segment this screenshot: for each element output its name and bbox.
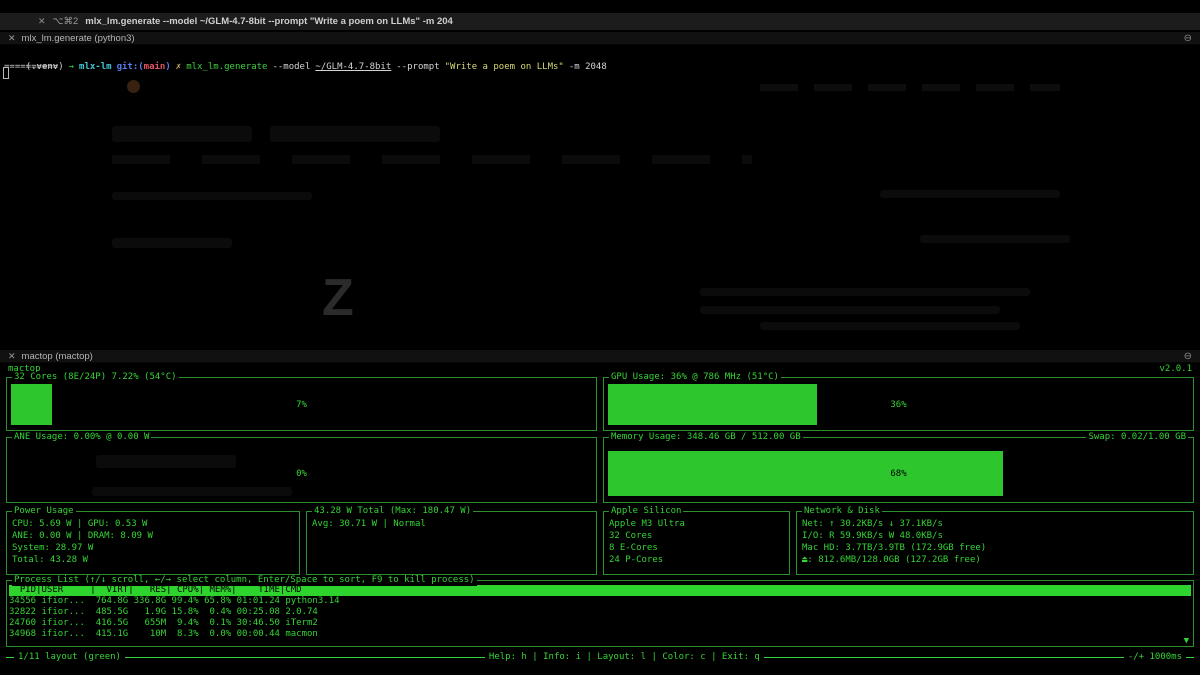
cpu-percent-label: 7% bbox=[296, 399, 307, 410]
pane-close-icon[interactable]: ✕ bbox=[8, 351, 16, 362]
gpu-box-title: GPU Usage: 36% @ 786 MHz (51°C) bbox=[609, 372, 781, 383]
window-shortcut-label: ⌥⌘2 bbox=[52, 16, 79, 27]
window-close-icon[interactable]: ✕ bbox=[38, 16, 46, 27]
network-line: ⏏: 812.6MB/128.0GB (127.2GB free) bbox=[802, 555, 981, 565]
power-line: CPU: 5.69 W | GPU: 0.53 W bbox=[12, 519, 148, 529]
scroll-down-indicator[interactable]: ▼ bbox=[1184, 636, 1189, 646]
process-row[interactable]: 24760 ifior... 416.5G 655M 9.4% 0.1% 30:… bbox=[9, 618, 1191, 629]
command-output-line: ========== bbox=[4, 62, 59, 72]
memory-gauge: 68% bbox=[608, 451, 1189, 496]
ane-usage-box: ANE Usage: 0.00% @ 0.00 W 0% bbox=[6, 432, 597, 503]
pane-close-icon[interactable]: ✕ bbox=[8, 33, 16, 44]
network-line: Net: ↑ 30.2KB/s ↓ 37.1KB/s bbox=[802, 519, 943, 529]
process-list-header[interactable]: PID|USER | VIRT| RES| CPU%| MEM%| TIME|C… bbox=[9, 585, 1191, 596]
mactop-version: v2.0.1 bbox=[1159, 364, 1192, 374]
bottom-pane-title: mactop (mactop) bbox=[21, 350, 93, 362]
network-line: I/O: R 59.9KB/s W 48.0KB/s bbox=[802, 531, 943, 541]
gpu-gauge: 36% bbox=[608, 384, 1189, 425]
screen: { "colors": { "terminal_green": "#35d435… bbox=[0, 0, 1200, 675]
prompt-string: "Write a poem on LLMs" bbox=[444, 62, 564, 72]
ane-gauge: 0% bbox=[11, 451, 592, 496]
pane-menu-icon[interactable]: ⊖ bbox=[1184, 351, 1192, 362]
top-pane-title: mlx_lm.generate (python3) bbox=[21, 32, 135, 44]
silicon-line: 24 P-Cores bbox=[609, 555, 664, 565]
network-disk-box: Network & Disk Net: ↑ 30.2KB/s ↓ 37.1KB/… bbox=[796, 506, 1194, 575]
total-power-box-title: 43.28 W Total (Max: 180.47 W) bbox=[312, 506, 474, 517]
prompt-directory: mlx-lm bbox=[79, 62, 112, 72]
cpu-gauge: 7% bbox=[11, 384, 592, 425]
total-power-box: 43.28 W Total (Max: 180.47 W) Avg: 30.71… bbox=[306, 506, 597, 575]
mactop-header-row: mactop v2.0.1 bbox=[8, 364, 1192, 375]
gpu-usage-box: GPU Usage: 36% @ 786 MHz (51°C) 36% bbox=[603, 372, 1194, 431]
process-row[interactable]: 34556 ifior... 764.8G 336.8G 99.4% 65.8%… bbox=[9, 596, 1191, 607]
cpu-box-title: 32 Cores (8E/24P) 7.22% (54°C) bbox=[12, 372, 179, 383]
model-path: ~/GLM-4.7-8bit bbox=[315, 62, 392, 72]
mactop-app: mactop v2.0.1 32 Cores (8E/24P) 7.22% (5… bbox=[4, 364, 1196, 664]
silicon-line: Apple M3 Ultra bbox=[609, 519, 685, 529]
ane-percent-label: 0% bbox=[296, 468, 307, 479]
terminal-pane[interactable]: (.venv) → mlx-lm git:(main) ✗ mlx_lm.generate… bbox=[0, 46, 1200, 350]
memory-box-title: Memory Usage: 348.46 GB / 512.00 GB bbox=[609, 432, 803, 443]
process-list-box: Process List (↑/↓ scroll, ←/→ select col… bbox=[6, 575, 1194, 647]
flag-model: --model bbox=[272, 62, 311, 72]
process-row[interactable]: 32822 ifior... 485.5G 1.9G 15.8% 0.4% 00… bbox=[9, 607, 1191, 618]
window-title: mlx_lm.generate --model ~/GLM-4.7-8bit -… bbox=[85, 16, 453, 27]
pane-menu-icon[interactable]: ⊖ bbox=[1184, 33, 1192, 44]
flag-prompt: --prompt bbox=[396, 62, 440, 72]
power-line: System: 28.97 W bbox=[12, 543, 94, 553]
cursor-line bbox=[3, 67, 9, 83]
power-line: ANE: 0.00 W | DRAM: 8.09 W bbox=[12, 531, 153, 541]
memory-percent-label: 68% bbox=[890, 468, 907, 479]
total-power-line: Avg: 30.71 W | Normal bbox=[312, 519, 426, 529]
silicon-line: 8 E-Cores bbox=[609, 543, 658, 553]
apple-silicon-box-title: Apple Silicon bbox=[609, 506, 684, 517]
mactop-statusbar: 1/11 layout (green) Help: h | Info: i | … bbox=[6, 652, 1195, 663]
git-prefix: git:( bbox=[116, 62, 144, 72]
power-usage-box: Power Usage CPU: 5.69 W | GPU: 0.53 W AN… bbox=[6, 506, 300, 575]
terminal-cursor bbox=[3, 67, 9, 79]
flag-tokens: -m 2048 bbox=[568, 62, 607, 72]
silicon-line: 32 Cores bbox=[609, 531, 653, 541]
prompt-arrow: → bbox=[68, 62, 75, 72]
network-disk-box-title: Network & Disk bbox=[802, 506, 882, 517]
network-line: Mac HD: 3.7TB/3.9TB (172.9GB free) bbox=[802, 543, 987, 553]
process-row[interactable]: 34968 ifior... 415.1G 10M 8.3% 0.0% 00:0… bbox=[9, 629, 1191, 640]
help-hints: Help: h | Info: i | Layout: l | Color: c… bbox=[488, 652, 760, 662]
refresh-interval: -/+ 1000ms bbox=[1127, 652, 1183, 662]
power-box-title: Power Usage bbox=[12, 506, 76, 517]
process-list-title: Process List (↑/↓ scroll, ←/→ select col… bbox=[12, 575, 477, 586]
top-pane-titlebar[interactable]: ✕ mlx_lm.generate (python3) ⊖ bbox=[0, 32, 1200, 45]
layout-indicator: 1/11 layout (green) bbox=[18, 652, 121, 662]
command-name: mlx_lm.generate bbox=[186, 62, 268, 72]
window-titlebar: ✕ ⌥⌘2 mlx_lm.generate --model ~/GLM-4.7-… bbox=[0, 13, 1200, 30]
power-line: Total: 43.28 W bbox=[12, 555, 88, 565]
git-dirty-marker: ✗ bbox=[175, 62, 182, 72]
git-suffix: ) bbox=[165, 62, 171, 72]
bottom-pane-titlebar[interactable]: ✕ mactop (mactop) ⊖ bbox=[0, 350, 1200, 363]
git-branch: main bbox=[143, 62, 166, 72]
cpu-usage-box: 32 Cores (8E/24P) 7.22% (54°C) 7% bbox=[6, 372, 597, 431]
swap-label: Swap: 0.02/1.00 GB bbox=[1086, 432, 1188, 443]
apple-silicon-box: Apple Silicon Apple M3 Ultra 32 Cores 8 … bbox=[603, 506, 790, 575]
ane-box-title: ANE Usage: 0.00% @ 0.00 W bbox=[12, 432, 152, 443]
shell-prompt-line: (.venv) → mlx-lm git:(main) ✗ mlx_lm.generate… bbox=[4, 49, 607, 85]
gpu-percent-label: 36% bbox=[890, 399, 907, 410]
memory-usage-box: Memory Usage: 348.46 GB / 512.00 GB Swap… bbox=[603, 432, 1194, 503]
